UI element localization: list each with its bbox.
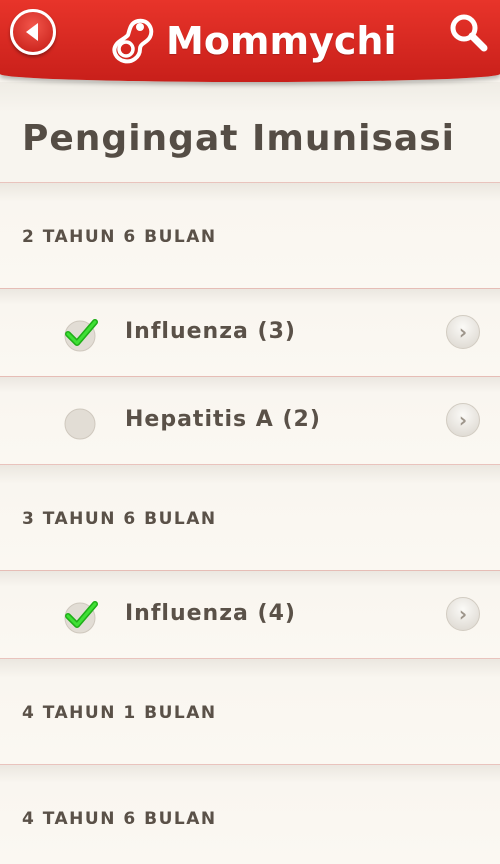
group-header-label: 4 TAHUN 6 BULAN	[22, 809, 217, 829]
immunization-list: 2 TAHUN 6 BULAN Influenza (3) › Hepatiti…	[0, 182, 500, 864]
checkmark-checked-icon[interactable]	[62, 316, 98, 352]
group-header-label: 2 TAHUN 6 BULAN	[22, 227, 217, 247]
checkmark-checked-icon[interactable]	[62, 598, 98, 634]
page-title-area: Pengingat Imunisasi	[0, 82, 500, 182]
back-button[interactable]	[10, 9, 56, 55]
chevron-right-icon[interactable]: ›	[446, 315, 480, 349]
back-arrow-icon	[26, 23, 38, 41]
chevron-right-icon[interactable]: ›	[446, 597, 480, 631]
app-name: Mommychi	[166, 19, 397, 63]
item-label: Influenza (3)	[125, 319, 296, 344]
list-item[interactable]: Hepatitis A (2) ›	[0, 376, 500, 464]
group-header: 3 TAHUN 6 BULAN	[0, 464, 500, 570]
checkmark-unchecked-icon[interactable]	[62, 404, 98, 440]
search-icon	[450, 14, 488, 52]
group-header-label: 4 TAHUN 1 BULAN	[22, 703, 217, 723]
top-bar: Mommychi	[0, 0, 500, 82]
search-button[interactable]	[446, 10, 490, 54]
list-item[interactable]: Influenza (3) ›	[0, 288, 500, 376]
group-header: 4 TAHUN 1 BULAN	[0, 658, 500, 764]
group-header: 2 TAHUN 6 BULAN	[0, 182, 500, 288]
mother-baby-logo-icon	[112, 18, 154, 64]
item-label: Hepatitis A (2)	[125, 407, 321, 432]
page-title: Pengingat Imunisasi	[22, 118, 455, 159]
chevron-right-icon[interactable]: ›	[446, 403, 480, 437]
list-item[interactable]: Influenza (4) ›	[0, 570, 500, 658]
group-header: 4 TAHUN 6 BULAN	[0, 764, 500, 864]
app-logo: Mommychi	[110, 8, 397, 74]
item-label: Influenza (4)	[125, 601, 296, 626]
group-header-label: 3 TAHUN 6 BULAN	[22, 509, 217, 529]
